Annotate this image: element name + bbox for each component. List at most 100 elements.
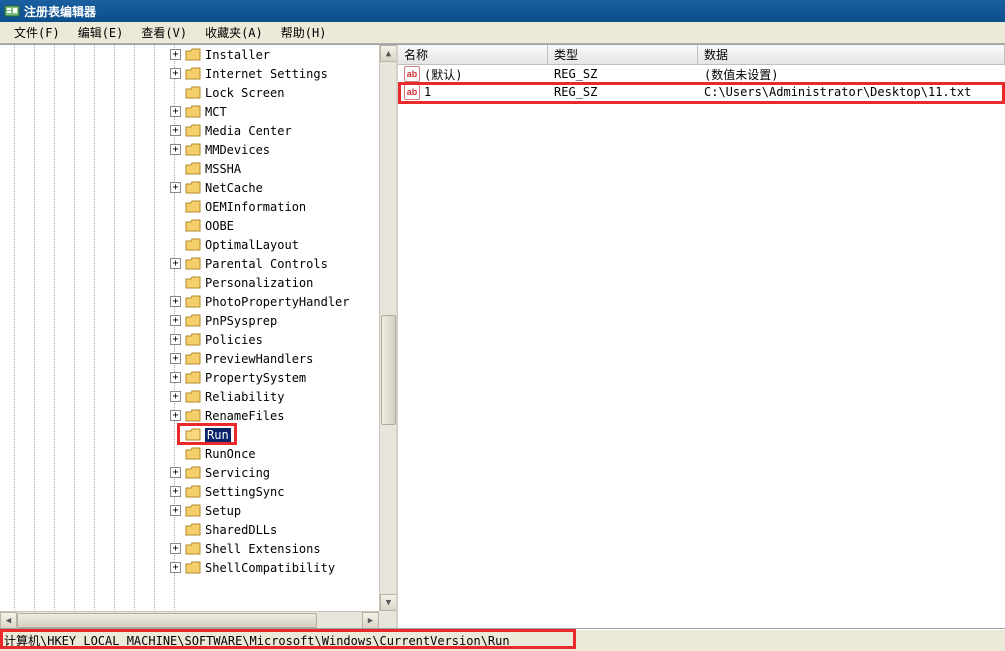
folder-icon — [185, 466, 201, 480]
tree-node-label: SettingSync — [205, 485, 284, 499]
statusbar: 计算机\HKEY_LOCAL_MACHINE\SOFTWARE\Microsof… — [0, 629, 1005, 651]
tree-node[interactable]: + MCT — [0, 102, 380, 121]
tree-node[interactable]: +MMDevices — [0, 140, 380, 159]
tree-node[interactable]: Personalization — [0, 273, 380, 292]
string-value-icon: ab — [404, 66, 420, 82]
expand-icon[interactable]: + — [170, 144, 181, 155]
tree-node-label: PnPSysprep — [205, 314, 277, 328]
folder-icon — [185, 181, 201, 195]
tree-node[interactable]: Lock Screen — [0, 83, 380, 102]
expand-icon[interactable]: + — [170, 562, 181, 573]
regedit-icon — [4, 3, 20, 19]
tree-node[interactable]: +NetCache — [0, 178, 380, 197]
value-type: REG_SZ — [554, 67, 597, 81]
main-splitter: + Installer +Internet Settings Lock Screen +… — [0, 44, 1005, 629]
tree-scroll-thumb-v[interactable] — [381, 315, 396, 425]
folder-icon — [185, 105, 201, 119]
tree-node-label: Lock Screen — [205, 86, 284, 100]
tree-node[interactable]: OptimalLayout — [0, 235, 380, 254]
menu-file[interactable]: 文件(F) — [6, 22, 68, 43]
list-body: ab(默认)REG_SZ(数值未设置)ab1REG_SZC:\Users\Adm… — [398, 65, 1005, 628]
list-row[interactable]: ab1REG_SZC:\Users\Administrator\Desktop\… — [398, 83, 1005, 101]
tree-node[interactable]: MSSHA — [0, 159, 380, 178]
expand-icon[interactable]: + — [170, 543, 181, 554]
tree-node-label: Media Center — [205, 124, 292, 138]
tree-node[interactable]: + ShellCompatibility — [0, 558, 380, 577]
expand-icon[interactable]: + — [170, 68, 181, 79]
expand-icon[interactable]: + — [170, 372, 181, 383]
expand-icon[interactable]: + — [170, 505, 181, 516]
tree-node[interactable]: + Setup — [0, 501, 380, 520]
expand-icon[interactable]: + — [170, 106, 181, 117]
tree-node-label: MCT — [205, 105, 227, 119]
tree-node[interactable]: +RenameFiles — [0, 406, 380, 425]
expand-icon[interactable]: + — [170, 353, 181, 364]
expand-icon[interactable]: + — [170, 410, 181, 421]
list-row[interactable]: ab(默认)REG_SZ(数值未设置) — [398, 65, 1005, 83]
expand-icon[interactable]: + — [170, 125, 181, 136]
tree-node-label: OOBE — [205, 219, 234, 233]
expand-icon[interactable]: + — [170, 182, 181, 193]
col-header-type[interactable]: 类型 — [548, 45, 698, 64]
tree-node[interactable]: +Reliability — [0, 387, 380, 406]
expand-icon[interactable]: + — [170, 315, 181, 326]
scroll-left-icon[interactable]: ◀ — [0, 612, 17, 628]
tree-node[interactable]: OOBE — [0, 216, 380, 235]
tree-node-label: SharedDLLs — [205, 523, 277, 537]
folder-icon — [185, 219, 201, 233]
status-path: 计算机\HKEY_LOCAL_MACHINE\SOFTWARE\Microsof… — [4, 632, 510, 649]
tree-node[interactable]: +Internet Settings — [0, 64, 380, 83]
menu-edit[interactable]: 编辑(E) — [70, 22, 132, 43]
tree-scroll-thumb-h[interactable] — [17, 613, 317, 628]
col-header-name[interactable]: 名称 — [398, 45, 548, 64]
tree-node[interactable]: + SettingSync — [0, 482, 380, 501]
tree-node-label: PreviewHandlers — [205, 352, 313, 366]
tree-node-label: Setup — [205, 504, 241, 518]
tree-scrollbar-horizontal[interactable]: ◀ ▶ — [0, 611, 379, 628]
tree-node[interactable]: Run — [0, 425, 380, 444]
expand-icon[interactable]: + — [170, 467, 181, 478]
expand-icon[interactable]: + — [170, 334, 181, 345]
tree-node[interactable]: RunOnce — [0, 444, 380, 463]
tree-node[interactable]: +Policies — [0, 330, 380, 349]
tree-scrollbar-vertical[interactable]: ▲ ▼ — [379, 45, 396, 611]
expand-icon[interactable]: + — [170, 258, 181, 269]
folder-icon — [185, 371, 201, 385]
col-header-data[interactable]: 数据 — [698, 45, 1005, 64]
scroll-right-icon[interactable]: ▶ — [362, 612, 379, 628]
tree-node[interactable]: SharedDLLs — [0, 520, 380, 539]
tree-node[interactable]: +Servicing — [0, 463, 380, 482]
tree-node-label: Installer — [205, 48, 270, 62]
expand-icon[interactable]: + — [170, 486, 181, 497]
scroll-down-icon[interactable]: ▼ — [380, 594, 397, 611]
menu-help[interactable]: 帮助(H) — [273, 22, 335, 43]
menu-favorites[interactable]: 收藏夹(A) — [197, 22, 271, 43]
folder-icon — [185, 124, 201, 138]
tree-node[interactable]: +Parental Controls — [0, 254, 380, 273]
tree-node-label: ShellCompatibility — [205, 561, 335, 575]
tree-node[interactable]: + Installer — [0, 45, 380, 64]
tree-node-label: MSSHA — [205, 162, 241, 176]
menu-view[interactable]: 查看(V) — [133, 22, 195, 43]
tree-node[interactable]: +Shell Extensions — [0, 539, 380, 558]
tree-node[interactable]: + PreviewHandlers — [0, 349, 380, 368]
tree-node-label: Run — [205, 428, 231, 442]
folder-icon — [185, 485, 201, 499]
scroll-up-icon[interactable]: ▲ — [380, 45, 397, 62]
tree-node-label: OptimalLayout — [205, 238, 299, 252]
tree-node[interactable]: + PnPSysprep — [0, 311, 380, 330]
tree-node[interactable]: + Media Center — [0, 121, 380, 140]
folder-icon — [185, 48, 201, 62]
tree-node[interactable]: + PropertySystem — [0, 368, 380, 387]
tree-node[interactable]: OEMInformation — [0, 197, 380, 216]
folder-icon — [185, 542, 201, 556]
value-name: (默认) — [424, 66, 462, 83]
expand-icon[interactable]: + — [170, 296, 181, 307]
tree-node[interactable]: +PhotoPropertyHandler — [0, 292, 380, 311]
tree-node-label: PropertySystem — [205, 371, 306, 385]
folder-icon — [185, 352, 201, 366]
expand-icon[interactable]: + — [170, 391, 181, 402]
expand-icon[interactable]: + — [170, 49, 181, 60]
list-header: 名称 类型 数据 — [398, 45, 1005, 65]
registry-tree[interactable]: + Installer +Internet Settings Lock Screen +… — [0, 45, 380, 577]
